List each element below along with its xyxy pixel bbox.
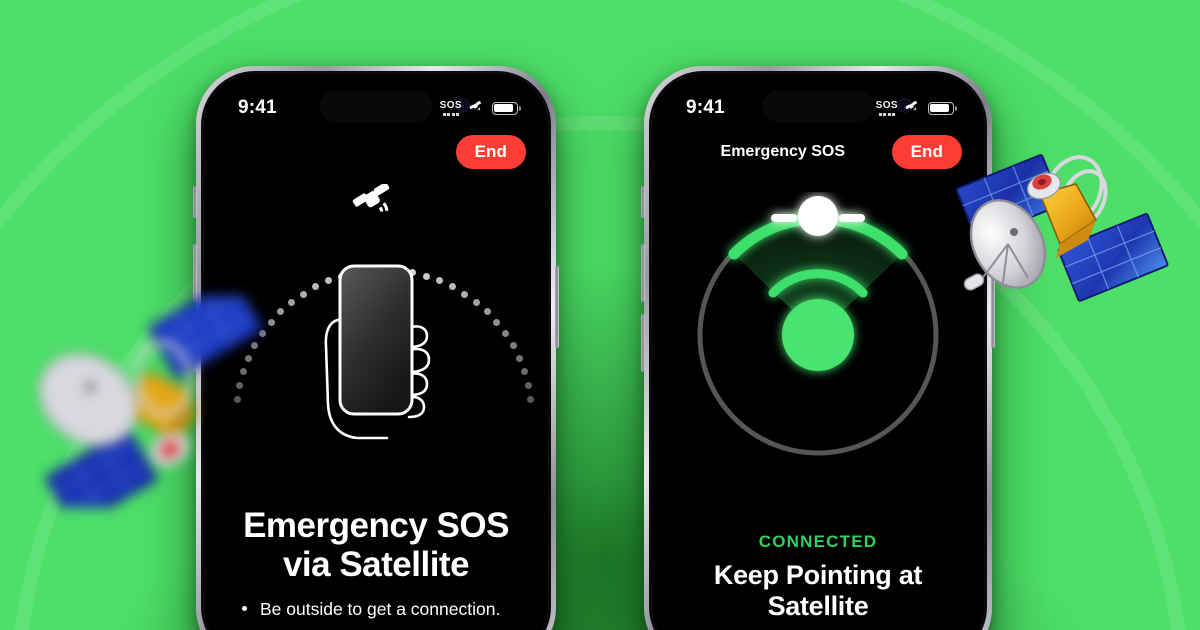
- phone-right-screen: 9:41 SOS Emergency SOS End CONNECTED Kee…: [652, 74, 984, 630]
- instruction-title: Keep Pointing at Satellite: [652, 560, 984, 621]
- volume-up-button[interactable]: [193, 244, 197, 302]
- satellite-icon: [469, 101, 482, 111]
- page-title-left: Emergency SOS via Satellite: [204, 506, 548, 584]
- action-button[interactable]: [641, 186, 645, 218]
- list-item-label: Be outside to get a connection.: [260, 599, 501, 619]
- nav-bar-right: Emergency SOS End: [652, 130, 984, 174]
- status-bar-right: 9:41 SOS: [652, 74, 984, 128]
- arc-dot: [521, 368, 529, 376]
- status-clock: 9:41: [238, 97, 277, 118]
- list-item: Be outside to get a connection.: [242, 598, 530, 621]
- arc-dot: [527, 395, 535, 403]
- volume-down-button[interactable]: [641, 314, 645, 372]
- action-button[interactable]: [193, 186, 197, 218]
- satellite-3d-blurred-icon: [38, 296, 263, 508]
- headline-line-2: via Satellite: [282, 545, 470, 585]
- battery-icon: [928, 101, 957, 115]
- device-dot-icon: [782, 299, 854, 371]
- arc-dot: [461, 290, 469, 298]
- end-button-left[interactable]: End: [455, 135, 526, 169]
- instruction-list: Be outside to get a connection.Messages …: [242, 598, 530, 630]
- end-button-right[interactable]: End: [891, 135, 962, 169]
- instruction-line-2: Satellite: [767, 590, 869, 621]
- status-clock: 9:41: [686, 97, 725, 118]
- volume-up-button[interactable]: [641, 244, 645, 302]
- sos-signal-icon: SOS: [876, 100, 898, 116]
- arc-dot: [524, 381, 532, 389]
- status-indicators: SOS: [876, 100, 957, 116]
- satellite-icon: [905, 101, 918, 111]
- phone-right: 9:41 SOS Emergency SOS End CONNECTED Kee…: [641, 66, 995, 630]
- satellite-3d-icon: [956, 154, 1169, 302]
- satellite-radar: [697, 196, 939, 456]
- status-indicators: SOS: [440, 100, 521, 116]
- battery-icon: [492, 101, 521, 115]
- arc-dot: [493, 318, 501, 326]
- arc-dot: [472, 298, 480, 306]
- status-bar-left: 9:41 SOS: [204, 74, 548, 128]
- arc-dot: [502, 330, 510, 338]
- arc-dot: [483, 308, 491, 316]
- hand-holding-phone-icon: [324, 264, 431, 440]
- bullet-dot-icon: [242, 606, 247, 611]
- phone-right-bezel: 9:41 SOS Emergency SOS End CONNECTED Kee…: [649, 71, 987, 630]
- sos-signal-icon: SOS: [440, 100, 462, 116]
- instruction-line-1: Keep Pointing at: [713, 560, 923, 590]
- status-badge: CONNECTED: [758, 532, 878, 551]
- headline-line-1: Emergency SOS: [243, 506, 509, 545]
- nav-bar-left: End: [204, 130, 548, 174]
- nav-title-right: Emergency SOS: [720, 143, 846, 160]
- arc-dot: [515, 354, 523, 362]
- satellite-signal-icon: [352, 184, 390, 212]
- power-button[interactable]: [555, 266, 559, 348]
- arc-dot: [509, 342, 517, 350]
